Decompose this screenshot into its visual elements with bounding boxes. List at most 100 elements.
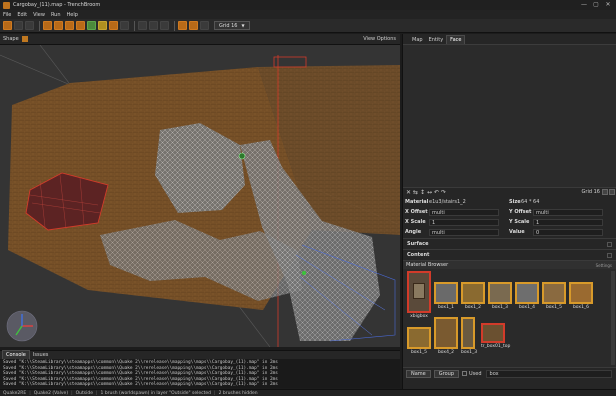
- texture-tile[interactable]: box1_5: [542, 282, 566, 310]
- value-label: Value: [509, 229, 525, 235]
- edge-tool-icon[interactable]: [98, 21, 107, 30]
- reset-icon[interactable]: ✕: [405, 189, 412, 196]
- status-divider: |: [214, 390, 216, 396]
- material-grid[interactable]: xbigbox box1_1 box1_2 box1_3 box1_4 box1…: [403, 269, 616, 367]
- status-selection: 1 brush (worldspawn) in layer "Outside" …: [100, 390, 212, 396]
- texture-tile[interactable]: box1_3: [488, 282, 512, 310]
- expand-icon[interactable]: [607, 252, 612, 258]
- tab-map[interactable]: Map: [409, 36, 426, 44]
- grid-up-icon[interactable]: [609, 189, 615, 195]
- shape-icon[interactable]: [21, 36, 28, 42]
- console-line: Saved "K:\\SteamLibrary\\steamapps\\comm…: [3, 382, 278, 387]
- texture-swatch: [407, 327, 431, 349]
- flip-horizontal-icon[interactable]: [149, 21, 158, 30]
- tab-console[interactable]: Console: [2, 350, 30, 359]
- material-browser-title: Material Browser: [406, 262, 449, 268]
- material-search-input[interactable]: box: [485, 369, 612, 378]
- vertex-tool-icon[interactable]: [87, 21, 96, 30]
- view-options-button[interactable]: View Options: [363, 36, 396, 42]
- expand-icon[interactable]: [607, 241, 612, 247]
- shear-tool-icon[interactable]: [76, 21, 85, 30]
- status-divider: |: [71, 390, 73, 396]
- texture-lock-icon[interactable]: [178, 21, 187, 30]
- tab-issues[interactable]: Issues: [30, 351, 52, 359]
- angle-field[interactable]: multi: [429, 228, 499, 236]
- value-field[interactable]: 0: [533, 228, 603, 236]
- scrollbar[interactable]: [611, 271, 615, 365]
- align-icon[interactable]: ↔: [426, 189, 433, 196]
- new-map-icon[interactable]: [3, 21, 12, 30]
- menu-bar: File Edit View Run Help: [0, 10, 616, 19]
- texture-tile[interactable]: box4_2: [434, 317, 458, 355]
- content-label: Content: [407, 252, 430, 258]
- status-format: Quake2 (Valve): [33, 390, 69, 396]
- selected-brush[interactable]: [273, 56, 307, 68]
- face-grid-label: Grid 16: [581, 189, 600, 195]
- flip-vertical-icon[interactable]: [160, 21, 169, 30]
- material-value: e1u3/stairs1_2: [429, 199, 466, 205]
- face-tool-icon[interactable]: [109, 21, 118, 30]
- texture-name: box1_3: [461, 350, 478, 355]
- scale-tool-icon[interactable]: [65, 21, 74, 30]
- tab-face[interactable]: Face: [446, 35, 466, 44]
- status-bar: Quake2RE | Quake2 (Valve) | Outside | 1 …: [0, 389, 616, 396]
- rotate-tool-icon[interactable]: [54, 21, 63, 30]
- menu-file[interactable]: File: [3, 12, 11, 18]
- 3d-viewport[interactable]: [0, 45, 400, 347]
- texture-swatch: [569, 282, 593, 304]
- x-offset-field[interactable]: multi: [429, 208, 499, 216]
- texture-swatch: [515, 282, 539, 304]
- maximize-button[interactable]: ▢: [590, 1, 602, 9]
- offset-row: X Offset multi Y Offset multi: [405, 207, 614, 217]
- console-output[interactable]: Saved "K:\\SteamLibrary\\steamapps\\comm…: [0, 359, 400, 388]
- texture-tile[interactable]: box1_4: [515, 282, 539, 310]
- shape-label: Shape: [3, 36, 19, 42]
- texture-tile[interactable]: box1_2: [461, 282, 485, 310]
- minimize-button[interactable]: —: [578, 1, 590, 9]
- content-section[interactable]: Content: [403, 249, 616, 260]
- texture-tile[interactable]: box1_3: [461, 317, 478, 355]
- rotate-ccw-icon[interactable]: ↶: [433, 189, 440, 196]
- sort-select[interactable]: Name: [406, 369, 431, 378]
- face-attributes: Material e1u3/stairs1_2 Size 64 * 64 X O…: [403, 196, 616, 238]
- texture-tile[interactable]: box1_1: [434, 282, 458, 310]
- save-map-icon[interactable]: [25, 21, 34, 30]
- material-browser-header: Material Browser Settings: [403, 260, 616, 269]
- surface-section[interactable]: Surface: [403, 238, 616, 249]
- rotate-cw-icon[interactable]: ↷: [440, 189, 447, 196]
- used-checkbox[interactable]: [462, 371, 467, 376]
- duplicate-icon[interactable]: [138, 21, 147, 30]
- texture-tile[interactable]: xbigbox: [407, 271, 431, 319]
- texture-tile[interactable]: box1_6: [569, 282, 593, 310]
- material-browser-footer: Name Group Used box: [403, 367, 616, 379]
- close-button[interactable]: ✕: [602, 1, 614, 9]
- status-layer: Outside: [75, 390, 93, 396]
- viewport-header: Shape View Options: [0, 34, 400, 45]
- app-icon: [3, 1, 10, 9]
- uv-lock-icon[interactable]: [189, 21, 198, 30]
- group-toggle[interactable]: Group: [433, 369, 459, 378]
- menu-run[interactable]: Run: [51, 12, 61, 18]
- tab-entity[interactable]: Entity: [426, 36, 447, 44]
- x-scale-field[interactable]: 1: [429, 218, 499, 226]
- snap-icon[interactable]: [200, 21, 209, 30]
- open-map-icon[interactable]: [14, 21, 23, 30]
- y-offset-field[interactable]: multi: [533, 208, 603, 216]
- grid-size-select[interactable]: Grid 16 ▼: [214, 21, 250, 30]
- texture-tile[interactable]: tr_box01_top: [481, 323, 511, 349]
- entity-marker-icon[interactable]: [238, 152, 246, 160]
- uv-editor[interactable]: [403, 45, 616, 187]
- flip-vertical-icon[interactable]: ↕: [419, 189, 426, 196]
- texture-swatch: [407, 271, 431, 313]
- texture-name: tr_box01_top: [481, 344, 511, 349]
- settings-button[interactable]: Settings: [596, 263, 612, 268]
- menu-edit[interactable]: Edit: [17, 12, 27, 18]
- move-tool-icon[interactable]: [43, 21, 52, 30]
- grid-down-icon[interactable]: [602, 189, 608, 195]
- y-scale-field[interactable]: 1: [533, 218, 603, 226]
- flip-horizontal-icon[interactable]: ⇆: [412, 189, 419, 196]
- texture-tile[interactable]: box1_5: [407, 327, 431, 355]
- menu-view[interactable]: View: [33, 12, 45, 18]
- clip-tool-icon[interactable]: [120, 21, 129, 30]
- menu-help[interactable]: Help: [67, 12, 78, 18]
